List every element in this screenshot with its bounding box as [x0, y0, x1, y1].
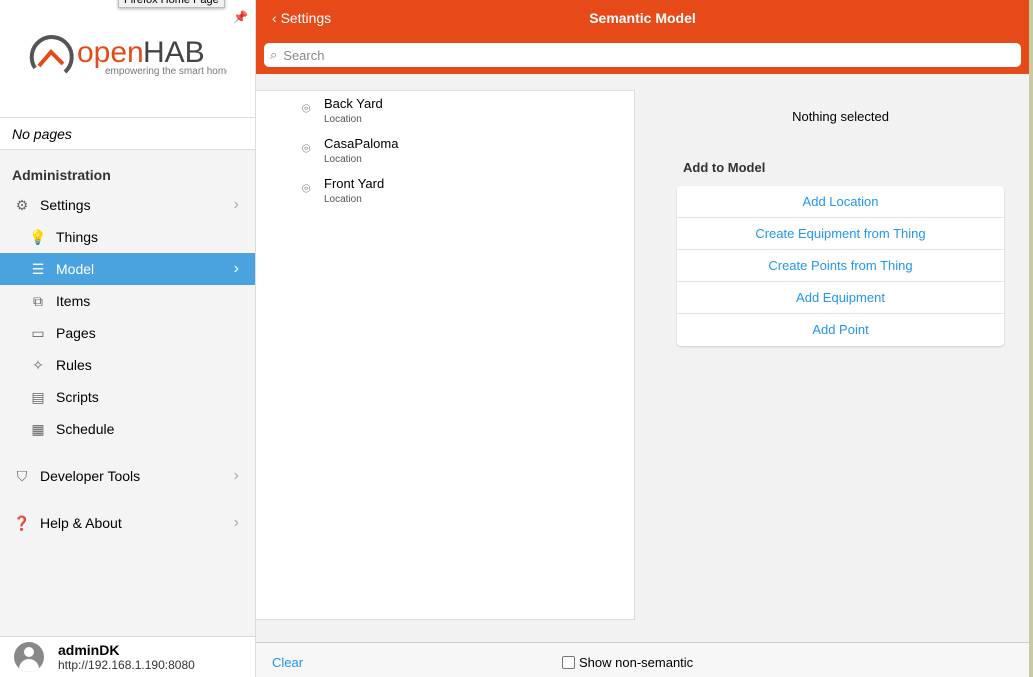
- svg-text:HAB: HAB: [143, 36, 205, 69]
- label: Model: [56, 261, 95, 277]
- checkbox-label: Show non-semantic: [579, 655, 694, 670]
- tree-node[interactable]: ⌾ Back Yard Location: [302, 96, 383, 125]
- toolbar-bottom: Clear Show non-semantic: [256, 642, 1029, 677]
- label: Help & About: [40, 515, 122, 531]
- pin-icon[interactable]: 📌: [233, 10, 248, 24]
- add-actions-list: Add Location Create Equipment from Thing…: [677, 186, 1004, 346]
- node-type: Location: [324, 114, 362, 125]
- list-icon: ☰: [31, 260, 45, 277]
- create-equipment-from-thing-button[interactable]: Create Equipment from Thing: [677, 218, 1004, 250]
- sidebar-item-settings[interactable]: ⚙ Settings ›: [0, 189, 255, 221]
- sidebar-item-scripts[interactable]: ▤ Scripts: [0, 381, 255, 413]
- search-input[interactable]: ⌕ Search: [264, 43, 1021, 67]
- sidebar-item-items[interactable]: ⧉ Items: [0, 285, 255, 317]
- node-name: Back Yard: [324, 96, 383, 111]
- nothing-selected: Nothing selected: [792, 109, 889, 124]
- label: Rules: [56, 357, 92, 373]
- model-tree: ⌾ Back Yard Location ⌾ CasaPaloma Location ⌾…: [256, 90, 635, 620]
- label: Developer Tools: [40, 468, 141, 484]
- add-point-button[interactable]: Add Point: [677, 314, 1004, 346]
- calendar-icon: ▦: [31, 420, 45, 437]
- chevron-right-icon: ›: [233, 467, 239, 484]
- create-points-from-thing-button[interactable]: Create Points from Thing: [677, 250, 1004, 282]
- location-pin-icon: ⌾: [302, 100, 311, 116]
- gear-icon: ⚙: [15, 196, 29, 213]
- tooltip: Firefox Home Page: [118, 0, 225, 8]
- navbar: ‹ Settings Semantic Model ⌕ Search: [256, 0, 1029, 74]
- detail-panel: Nothing selected Add to Model Add Locati…: [677, 90, 1004, 346]
- location-pin-icon: ⌾: [302, 140, 311, 156]
- openhab-logo: open HAB empowering the smart home: [29, 35, 227, 77]
- section-administration: Administration: [12, 167, 111, 183]
- label: Schedule: [56, 421, 115, 437]
- items-icon: ⧉: [33, 292, 43, 309]
- tree-node[interactable]: ⌾ CasaPaloma Location: [302, 136, 398, 165]
- server-url: http://192.168.1.190:8080: [58, 658, 195, 672]
- app-window: open HAB empowering the smart home 📌 No …: [0, 0, 1029, 677]
- svg-text:open: open: [77, 36, 144, 69]
- wand-icon: ✧: [32, 356, 44, 373]
- node-name: Front Yard: [324, 176, 385, 191]
- sidebar-item-things[interactable]: 💡 Things: [0, 221, 255, 253]
- node-type: Location: [324, 194, 362, 205]
- shield-icon: ⛉: [16, 467, 28, 484]
- logo-area: open HAB empowering the smart home 📌: [0, 0, 255, 118]
- label: Things: [56, 229, 99, 245]
- user-name: adminDK: [58, 642, 120, 658]
- sidebar-item-schedule[interactable]: ▦ Schedule: [0, 413, 255, 445]
- no-pages-label: No pages: [0, 118, 255, 150]
- label: Settings: [40, 197, 91, 213]
- add-equipment-button[interactable]: Add Equipment: [677, 282, 1004, 314]
- tree-node[interactable]: ⌾ Front Yard Location: [302, 176, 384, 205]
- monitor-icon: ▭: [31, 324, 45, 341]
- page-title: Semantic Model: [589, 10, 696, 26]
- search-placeholder: Search: [283, 47, 325, 63]
- checkbox[interactable]: [562, 656, 575, 669]
- label: Scripts: [56, 389, 99, 405]
- search-icon: ⌕: [270, 47, 278, 62]
- avatar: [14, 642, 44, 672]
- node-type: Location: [324, 154, 362, 165]
- location-pin-icon: ⌾: [302, 180, 311, 196]
- add-to-model-heading: Add to Model: [683, 160, 766, 175]
- user-profile[interactable]: adminDK http://192.168.1.190:8080: [0, 636, 255, 677]
- lightbulb-icon: 💡: [29, 228, 47, 245]
- clear-button[interactable]: Clear: [272, 655, 303, 670]
- show-non-semantic-checkbox[interactable]: Show non-semantic: [562, 655, 693, 670]
- node-name: CasaPaloma: [324, 136, 399, 151]
- chevron-right-icon: ›: [233, 196, 239, 213]
- sidebar-item-pages[interactable]: ▭ Pages: [0, 317, 255, 349]
- sidebar-item-model[interactable]: ☰ Model ›: [0, 253, 255, 285]
- sidebar-item-developer-tools[interactable]: ⛉ Developer Tools ›: [0, 460, 255, 492]
- sidebar: open HAB empowering the smart home 📌 No …: [0, 0, 256, 677]
- chevron-right-icon: ›: [233, 260, 239, 277]
- sidebar-item-help[interactable]: ❓ Help & About ›: [0, 507, 255, 539]
- label: Pages: [56, 325, 96, 341]
- label: Items: [56, 293, 91, 309]
- question-icon: ❓: [13, 514, 31, 531]
- document-icon: ▤: [31, 388, 45, 405]
- sidebar-item-rules[interactable]: ✧ Rules: [0, 349, 255, 381]
- chevron-right-icon: ›: [233, 514, 239, 531]
- add-location-button[interactable]: Add Location: [677, 186, 1004, 218]
- svg-text:empowering the smart home: empowering the smart home: [105, 66, 227, 77]
